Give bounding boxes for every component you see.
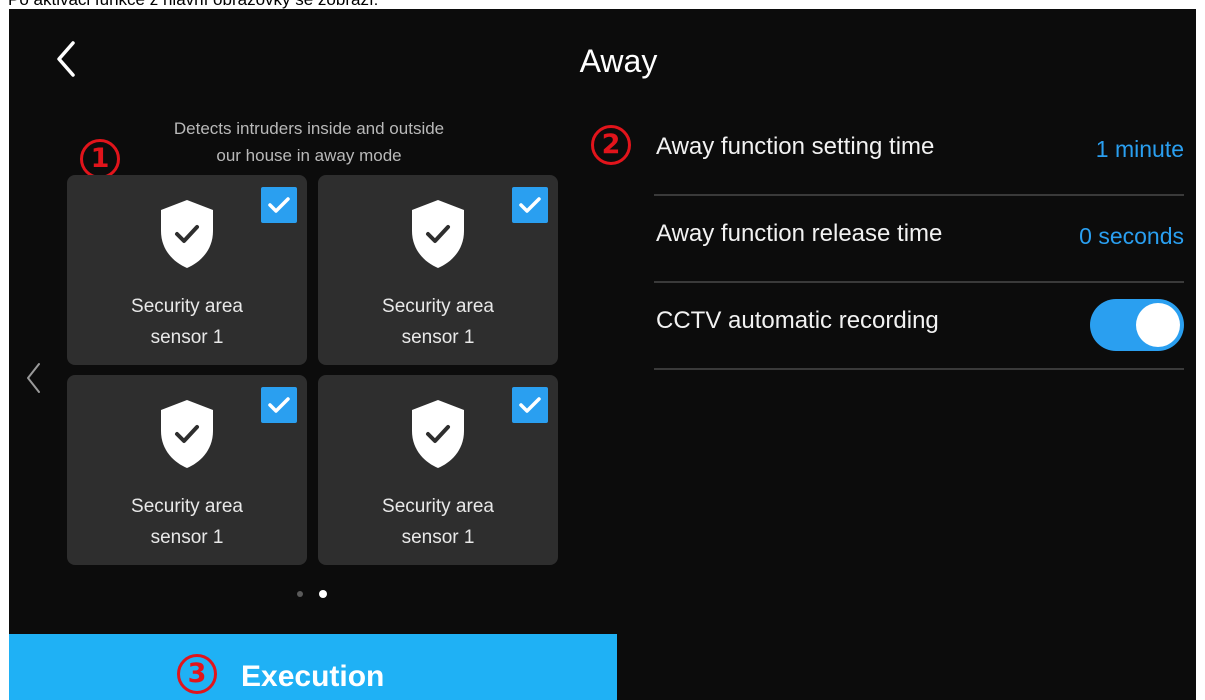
security-area-tile[interactable]: Security area sensor 1 (318, 375, 558, 565)
execution-button[interactable]: Execution (9, 634, 617, 700)
tile-label: Security area sensor 1 (131, 296, 243, 348)
cctv-recording-toggle[interactable] (1090, 299, 1184, 351)
release-time-label: Away function release time (656, 220, 943, 247)
cctv-recording-row: CCTV automatic recording (654, 283, 1184, 370)
execution-label: Execution (241, 660, 385, 693)
cctv-recording-label: CCTV automatic recording (656, 307, 939, 334)
setting-time-value[interactable]: 1 minute (1096, 134, 1184, 164)
release-time-row[interactable]: Away function release time 0 seconds (654, 196, 1184, 283)
checkmark-icon (268, 197, 290, 213)
tile-checkbox[interactable] (512, 387, 548, 423)
security-area-tile[interactable]: Security area sensor 1 (67, 175, 307, 365)
shield-check-icon (161, 400, 213, 468)
security-area-tile[interactable]: Security area sensor 1 (67, 375, 307, 565)
checkmark-icon (519, 397, 541, 413)
setting-time-row[interactable]: Away function setting time 1 minute (654, 109, 1184, 196)
page-dot[interactable] (297, 591, 303, 597)
tile-label: Security area sensor 1 (382, 296, 494, 348)
tile-checkbox[interactable] (261, 387, 297, 423)
annotation-marker-3: 3 (177, 654, 217, 694)
page-dot-active[interactable] (319, 590, 327, 598)
setting-time-label: Away function setting time (656, 133, 935, 160)
shield-check-icon (412, 400, 464, 468)
caption-text: Po aktivaci funkce z hlavní obrazovky se… (8, 0, 378, 9)
away-screen: Away Detects intruders inside and outsid… (9, 9, 1196, 700)
release-time-value[interactable]: 0 seconds (1079, 221, 1184, 251)
page-title: Away (9, 41, 1196, 81)
annotation-marker-1: 1 (80, 139, 120, 179)
away-settings-list: Away function setting time 1 minute Away… (654, 109, 1184, 370)
tile-label: Security area sensor 1 (382, 496, 494, 548)
annotation-marker-2: 2 (591, 125, 631, 165)
previous-page-arrow[interactable] (23, 361, 45, 395)
area-description: Detects intruders inside and outside our… (119, 115, 499, 169)
checkmark-icon (519, 197, 541, 213)
area-description-text: Detects intruders inside and outside our… (173, 119, 445, 165)
tile-label: Security area sensor 1 (131, 496, 243, 548)
tile-checkbox[interactable] (512, 187, 548, 223)
page-title-text: Away (579, 43, 658, 79)
shield-check-icon (161, 200, 213, 268)
shield-check-icon (412, 200, 464, 268)
security-area-tile[interactable]: Security area sensor 1 (318, 175, 558, 365)
chevron-left-icon (27, 363, 40, 393)
tile-checkbox[interactable] (261, 187, 297, 223)
page-indicator (297, 589, 337, 599)
checkmark-icon (268, 397, 290, 413)
toggle-knob (1136, 303, 1180, 347)
